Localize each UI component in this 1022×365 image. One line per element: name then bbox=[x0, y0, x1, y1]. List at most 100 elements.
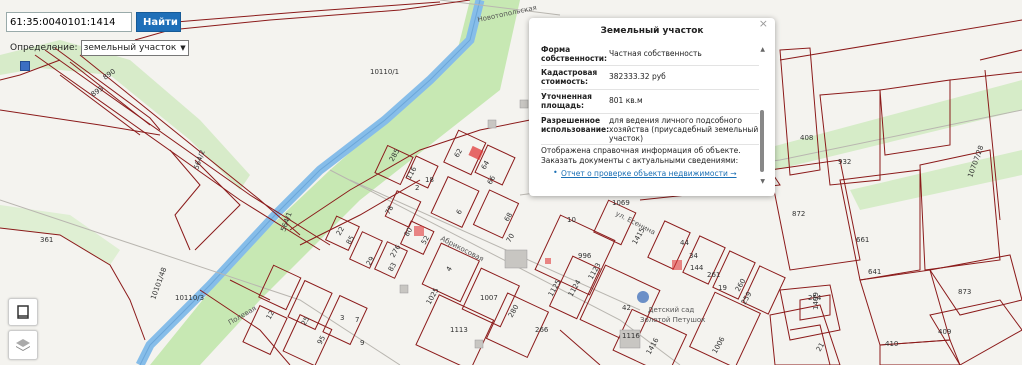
search-bar: Найти bbox=[6, 12, 181, 32]
attribute-key: Кадастровая стоимость: bbox=[541, 68, 598, 86]
info-line: Заказать документы с актуальными сведени… bbox=[541, 156, 739, 165]
definition-label: Определение: bbox=[10, 43, 78, 53]
definition-row: Определение: земельный участок ▼ bbox=[10, 40, 189, 56]
plot-number-label: 1116 bbox=[622, 332, 640, 340]
plot-number-label: 78 bbox=[384, 204, 395, 216]
plot-number-label: 4 bbox=[445, 265, 454, 273]
attribute-row: Разрешенное использование: для ведения л… bbox=[541, 114, 759, 145]
plot-number-label: 23 bbox=[0, 0, 9, 2]
plot-number-label: 408 bbox=[800, 134, 813, 142]
plot-number-label: 1007 bbox=[480, 294, 498, 302]
plot-number-label: 261 bbox=[707, 271, 720, 279]
plot-number-label: 1409 bbox=[812, 292, 820, 310]
attribute-value: 801 кв.м bbox=[609, 96, 643, 105]
plot-number-label: 996 bbox=[578, 252, 592, 260]
plot-number-label: 68 bbox=[503, 211, 514, 223]
plot-number-label: 409 bbox=[938, 328, 951, 336]
plot-number-label: 64 bbox=[480, 159, 492, 171]
plot-number-label: 1113 bbox=[450, 326, 468, 334]
info-line: Отображена справочная информация об объе… bbox=[541, 146, 741, 155]
plot-number-label: 266 bbox=[535, 326, 549, 334]
plot-number-label: 361 bbox=[40, 236, 53, 244]
plot-number-label: 410 bbox=[885, 340, 898, 348]
definition-select[interactable]: земельный участок ▼ bbox=[80, 40, 189, 56]
definition-selected: земельный участок bbox=[83, 43, 177, 53]
plot-number-label: 932 bbox=[838, 158, 851, 166]
highlight-marker bbox=[414, 226, 424, 236]
plot-number-label: 70 bbox=[505, 232, 516, 244]
plot-number-label: 641 bbox=[868, 268, 881, 276]
plot-number-label: 19 bbox=[718, 284, 727, 292]
plot-number-label: 44 bbox=[680, 239, 689, 247]
plot-number-label: 7 bbox=[355, 316, 359, 324]
plot-number-label: 116 bbox=[405, 165, 419, 181]
report-link[interactable]: Отчет о проверке объекта недвижимости → bbox=[561, 169, 737, 178]
scrollbar-thumb[interactable] bbox=[760, 110, 764, 172]
plot-number-label: 1416 bbox=[645, 336, 661, 356]
layers-button[interactable] bbox=[8, 330, 38, 360]
plot-number-label: 18 bbox=[425, 176, 434, 184]
plot-number-label: 895 bbox=[90, 84, 106, 98]
plot-number-label: 3 bbox=[340, 314, 344, 322]
plot-number-label: 83 bbox=[387, 261, 398, 273]
plot-number-label: 6 bbox=[455, 208, 464, 216]
attribute-key: Уточненная площадь: bbox=[541, 92, 592, 110]
search-button[interactable]: Найти bbox=[136, 12, 181, 32]
plot-number-label: 62 bbox=[453, 147, 464, 159]
plot-number-label: 34 bbox=[689, 252, 698, 260]
highlight-marker bbox=[545, 258, 551, 264]
plot-number-label: 661 bbox=[856, 236, 869, 244]
plot-number-label: 66 bbox=[486, 174, 498, 186]
plot-number-label: 25 bbox=[300, 315, 311, 327]
attribute-key: Разрешенное использование: bbox=[541, 116, 610, 134]
attribute-value: для ведения личного подсобного хозяйства… bbox=[609, 116, 759, 143]
scroll-down-icon[interactable]: ▼ bbox=[760, 178, 765, 185]
plot-number-label: 1069 bbox=[612, 199, 630, 207]
plot-number-label: 52 bbox=[420, 234, 431, 246]
plot-number-label: 12 bbox=[265, 309, 276, 321]
kindergarten-label: Детский сад bbox=[648, 306, 694, 314]
attribute-row: Кадастровая стоимость: 382333.32 руб bbox=[541, 66, 759, 90]
popup-info: Отображена справочная информация об объе… bbox=[541, 146, 759, 166]
attribute-value: 382333.32 руб bbox=[609, 72, 666, 81]
plot-number-label: 42 bbox=[622, 304, 631, 312]
kindergarten-label: Золотой Петушок bbox=[640, 316, 705, 324]
plot-number-label: 9 bbox=[360, 339, 364, 347]
plot-number-label: 259 bbox=[740, 290, 754, 306]
attribute-key: Форма собственности: bbox=[541, 45, 608, 63]
scroll-up-icon[interactable]: ▲ bbox=[760, 46, 765, 53]
plot-number-label: 1125 bbox=[547, 279, 563, 298]
plot-number-label: 1415 bbox=[631, 227, 647, 246]
green-strip bbox=[0, 40, 250, 190]
plot-number-label: 280 bbox=[507, 303, 521, 319]
chevron-down-icon: ▼ bbox=[180, 44, 186, 52]
plot-number-label: 564/2 bbox=[192, 149, 206, 171]
print-button[interactable] bbox=[8, 298, 38, 326]
attribute-row: Уточненная площадь: 801 кв.м bbox=[541, 90, 759, 114]
layers-icon bbox=[16, 339, 30, 351]
search-input[interactable] bbox=[6, 12, 132, 32]
attribute-row: Форма собственности: Частная собственнос… bbox=[541, 43, 759, 66]
plot-number-label: 1124 bbox=[567, 278, 583, 298]
print-icon bbox=[17, 305, 29, 319]
plot-number-label: 10110/3 bbox=[175, 294, 204, 302]
bullet-icon: • bbox=[553, 168, 558, 177]
layer-checkbox-icon[interactable] bbox=[20, 61, 30, 71]
street-label: Абрикосовая bbox=[439, 235, 485, 264]
plot-number-label: 2 bbox=[415, 184, 419, 192]
plot-number-label: 276 bbox=[389, 243, 403, 259]
plot-number-label: 10 bbox=[567, 216, 576, 224]
plot-number-label: 872 bbox=[792, 210, 805, 218]
attribute-table: Форма собственности: Частная собственнос… bbox=[541, 43, 759, 145]
close-icon[interactable]: × bbox=[759, 18, 768, 30]
parcel-info-popup: × Земельный участок Форма собственности:… bbox=[529, 18, 775, 196]
kindergarten-icon bbox=[637, 291, 649, 303]
plot-number-label: 144 bbox=[690, 264, 704, 272]
plot-number-label: 10101/48 bbox=[149, 266, 168, 300]
plot-number-label: 95 bbox=[316, 334, 327, 346]
plot-number-label: 10110/1 bbox=[370, 68, 399, 76]
attribute-value: Частная собственность bbox=[609, 49, 702, 58]
popup-title: Земельный участок bbox=[600, 26, 704, 36]
highlight-marker bbox=[672, 260, 682, 270]
plot-number-label: 873 bbox=[958, 288, 971, 296]
